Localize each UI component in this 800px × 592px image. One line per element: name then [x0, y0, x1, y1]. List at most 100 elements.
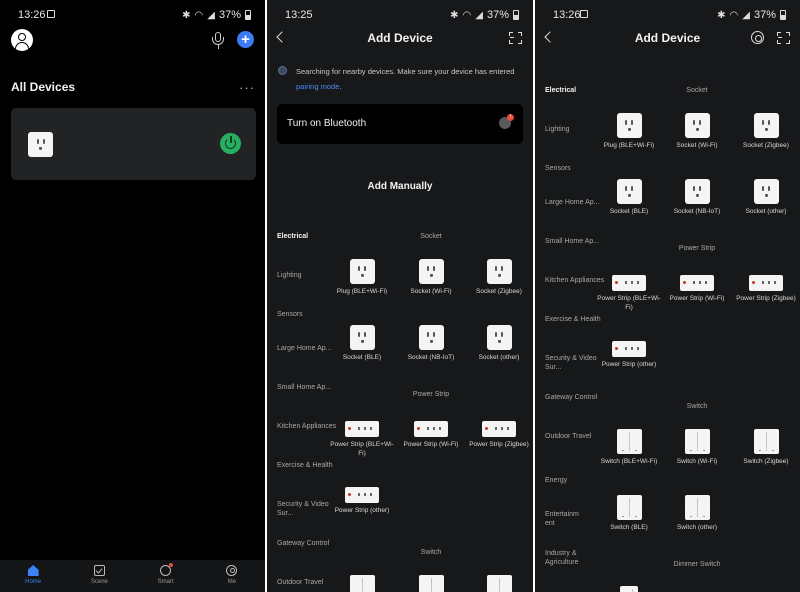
category-sensors[interactable]: Sensors: [545, 164, 605, 173]
bluetooth-icon: !: [499, 114, 514, 129]
tab-home[interactable]: Home: [0, 560, 66, 592]
section-socket: Socket: [686, 87, 708, 94]
device-option-plug[interactable]: Plug (BLE+Wi-Fi): [328, 259, 396, 296]
device-option-power-strip-ble-wifi[interactable]: Power Strip (BLE+Wi-Fi): [328, 421, 396, 458]
device-option-label: Socket (BLE): [342, 354, 382, 361]
device-option-switch-ble[interactable]: Switch (BLE): [595, 495, 663, 532]
category-industry-agriculture[interactable]: Industry & Agriculture: [545, 549, 605, 567]
alert-badge: !: [507, 114, 514, 121]
socket-icon: [616, 179, 642, 204]
gallery-notification-icon: [580, 10, 588, 18]
category-entertainment[interactable]: Entertainm ent: [545, 510, 589, 528]
device-option-socket-zigbee[interactable]: Socket (Zigbee): [732, 113, 800, 150]
device-option-label: Plug (BLE+Wi-Fi): [336, 288, 388, 295]
device-option-dimmer-partial[interactable]: [595, 586, 663, 592]
category-exercise-health[interactable]: Exercise & Health: [277, 461, 337, 470]
status-right: ✱ ◠ ◢ 37%: [450, 9, 519, 21]
device-option-label: Power Strip (Wi-Fi): [669, 295, 725, 302]
scan-qr-icon[interactable]: [777, 32, 790, 44]
device-option-socket-zigbee[interactable]: Socket (Zigbee): [465, 259, 533, 296]
device-option-power-strip-other[interactable]: Power Strip (other): [328, 487, 396, 515]
auto-scan-icon[interactable]: [751, 31, 764, 44]
power-strip-icon: [680, 275, 714, 291]
device-option-socket-wifi[interactable]: Socket (Wi-Fi): [663, 113, 731, 150]
device-option-socket-nbiot[interactable]: Socket (NB-IoT): [397, 325, 465, 362]
device-option-power-strip-ble-wifi[interactable]: Power Strip (BLE+Wi-Fi): [595, 275, 663, 312]
searching-text: Searching for nearby devices. Make sure …: [296, 67, 515, 76]
power-strip-icon: [612, 275, 646, 291]
bluetooth-icon: ✱: [450, 9, 459, 21]
status-right: ✱ ◠ ◢ 37%: [717, 9, 786, 21]
device-option-power-strip-other[interactable]: Power Strip (other): [595, 341, 663, 369]
category-small-home-appliances[interactable]: Small Home Ap...: [277, 383, 337, 392]
device-option-label: Switch (other): [676, 524, 718, 531]
device-option-power-strip-wifi[interactable]: Power Strip (Wi-Fi): [663, 275, 731, 303]
device-option-switch-zigbee[interactable]: Switch (Zigbee): [732, 429, 800, 466]
signal-icon: ◢: [742, 9, 750, 21]
category-energy[interactable]: Energy: [545, 476, 605, 485]
bottom-tab-bar: Home Scene Smart Me: [0, 560, 265, 592]
device-option-socket-other[interactable]: Socket (other): [465, 325, 533, 362]
socket-icon: [486, 259, 512, 284]
device-option-socket-nbiot[interactable]: Socket (NB-IoT): [663, 179, 731, 216]
pairing-mode-link[interactable]: pairing mode: [296, 82, 339, 91]
category-small-home-appliances[interactable]: Small Home Ap...: [545, 237, 605, 246]
profile-avatar-icon[interactable]: [11, 29, 33, 51]
device-option-switch-partial[interactable]: [465, 575, 533, 592]
tab-smart[interactable]: Smart: [133, 560, 199, 592]
device-option-socket-wifi[interactable]: Socket (Wi-Fi): [397, 259, 465, 296]
device-option-power-strip-zigbee[interactable]: Power Strip (Zigbee): [732, 275, 800, 303]
battery-icon: [780, 10, 786, 20]
socket-icon: [753, 179, 779, 204]
device-option-switch-ble-wifi[interactable]: Switch (BLE+Wi-Fi): [595, 429, 663, 466]
device-option-label: Plug (BLE+Wi-Fi): [603, 142, 655, 149]
device-option-switch-other[interactable]: Switch (other): [663, 495, 731, 532]
category-sensors[interactable]: Sensors: [277, 310, 337, 319]
device-option-power-strip-zigbee[interactable]: Power Strip (Zigbee): [465, 421, 533, 449]
device-option-label: Socket (Wi-Fi): [410, 288, 452, 295]
category-electrical[interactable]: Electrical: [277, 232, 337, 241]
device-option-label: Power Strip (BLE+Wi-Fi): [330, 441, 394, 457]
turn-on-bluetooth-card[interactable]: Turn on Bluetooth !: [277, 104, 523, 144]
searching-period: .: [339, 82, 342, 91]
gallery-notification-icon: [47, 10, 55, 18]
more-options-icon[interactable]: ···: [239, 80, 255, 95]
plug-device-icon: [28, 132, 53, 157]
switch-icon: [616, 495, 642, 520]
tab-scene[interactable]: Scene: [66, 560, 132, 592]
switch-icon: [486, 575, 512, 592]
status-bar: 13:26 ✱ ◠ ◢ 37%: [0, 8, 265, 24]
device-option-label: Socket (other): [745, 208, 787, 215]
category-exercise-health[interactable]: Exercise & Health: [545, 315, 605, 324]
device-option-switch-partial[interactable]: [397, 575, 465, 592]
power-toggle-icon[interactable]: [220, 133, 241, 154]
socket-icon: [486, 325, 512, 350]
device-option-socket-ble[interactable]: Socket (BLE): [328, 325, 396, 362]
device-option-power-strip-wifi[interactable]: Power Strip (Wi-Fi): [397, 421, 465, 449]
device-option-switch-wifi[interactable]: Switch (Wi-Fi): [663, 429, 731, 466]
power-strip-icon: [345, 487, 379, 503]
category-electrical[interactable]: Electrical: [545, 86, 605, 95]
device-option-plug[interactable]: Plug (BLE+Wi-Fi): [595, 113, 663, 150]
socket-icon: [349, 259, 375, 284]
smart-icon: [160, 563, 174, 576]
device-option-label: Socket (other): [478, 354, 520, 361]
tab-me[interactable]: Me: [199, 560, 265, 592]
power-strip-icon: [345, 421, 379, 437]
device-option-switch-partial[interactable]: [328, 575, 396, 592]
device-option-label: Power Strip (other): [334, 507, 390, 514]
tab-scene-label: Scene: [90, 579, 108, 585]
device-option-socket-ble[interactable]: Socket (BLE): [595, 179, 663, 216]
scan-qr-icon[interactable]: [509, 32, 522, 44]
status-right: ✱ ◠ ◢ 37%: [182, 9, 251, 21]
home-screen: 13:26 ✱ ◠ ◢ 37% + All Devices ··· Home S…: [0, 0, 265, 592]
category-gateway-control[interactable]: Gateway Control: [545, 393, 605, 402]
socket-icon: [684, 179, 710, 204]
socket-icon: [418, 259, 444, 284]
microphone-icon[interactable]: [210, 31, 226, 49]
category-gateway-control[interactable]: Gateway Control: [277, 539, 337, 548]
add-device-plus-icon[interactable]: +: [237, 31, 254, 48]
wifi-icon: ◠: [194, 9, 204, 21]
device-card-plug[interactable]: [11, 108, 256, 180]
device-option-socket-other[interactable]: Socket (other): [732, 179, 800, 216]
